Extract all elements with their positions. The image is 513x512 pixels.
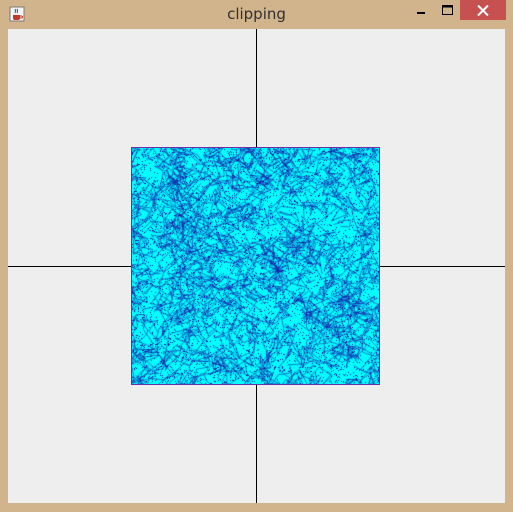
maximize-icon xyxy=(441,5,453,15)
random-lines-fill xyxy=(132,148,379,384)
minimize-button[interactable] xyxy=(407,0,434,20)
drawing-canvas[interactable] xyxy=(8,29,505,503)
title-bar[interactable]: clipping xyxy=(0,0,513,29)
maximize-button[interactable] xyxy=(434,0,460,20)
close-icon xyxy=(477,4,489,16)
app-window: clipping xyxy=(0,0,513,512)
minimize-icon xyxy=(416,12,425,14)
close-button[interactable] xyxy=(460,0,506,20)
clip-region xyxy=(131,147,380,385)
